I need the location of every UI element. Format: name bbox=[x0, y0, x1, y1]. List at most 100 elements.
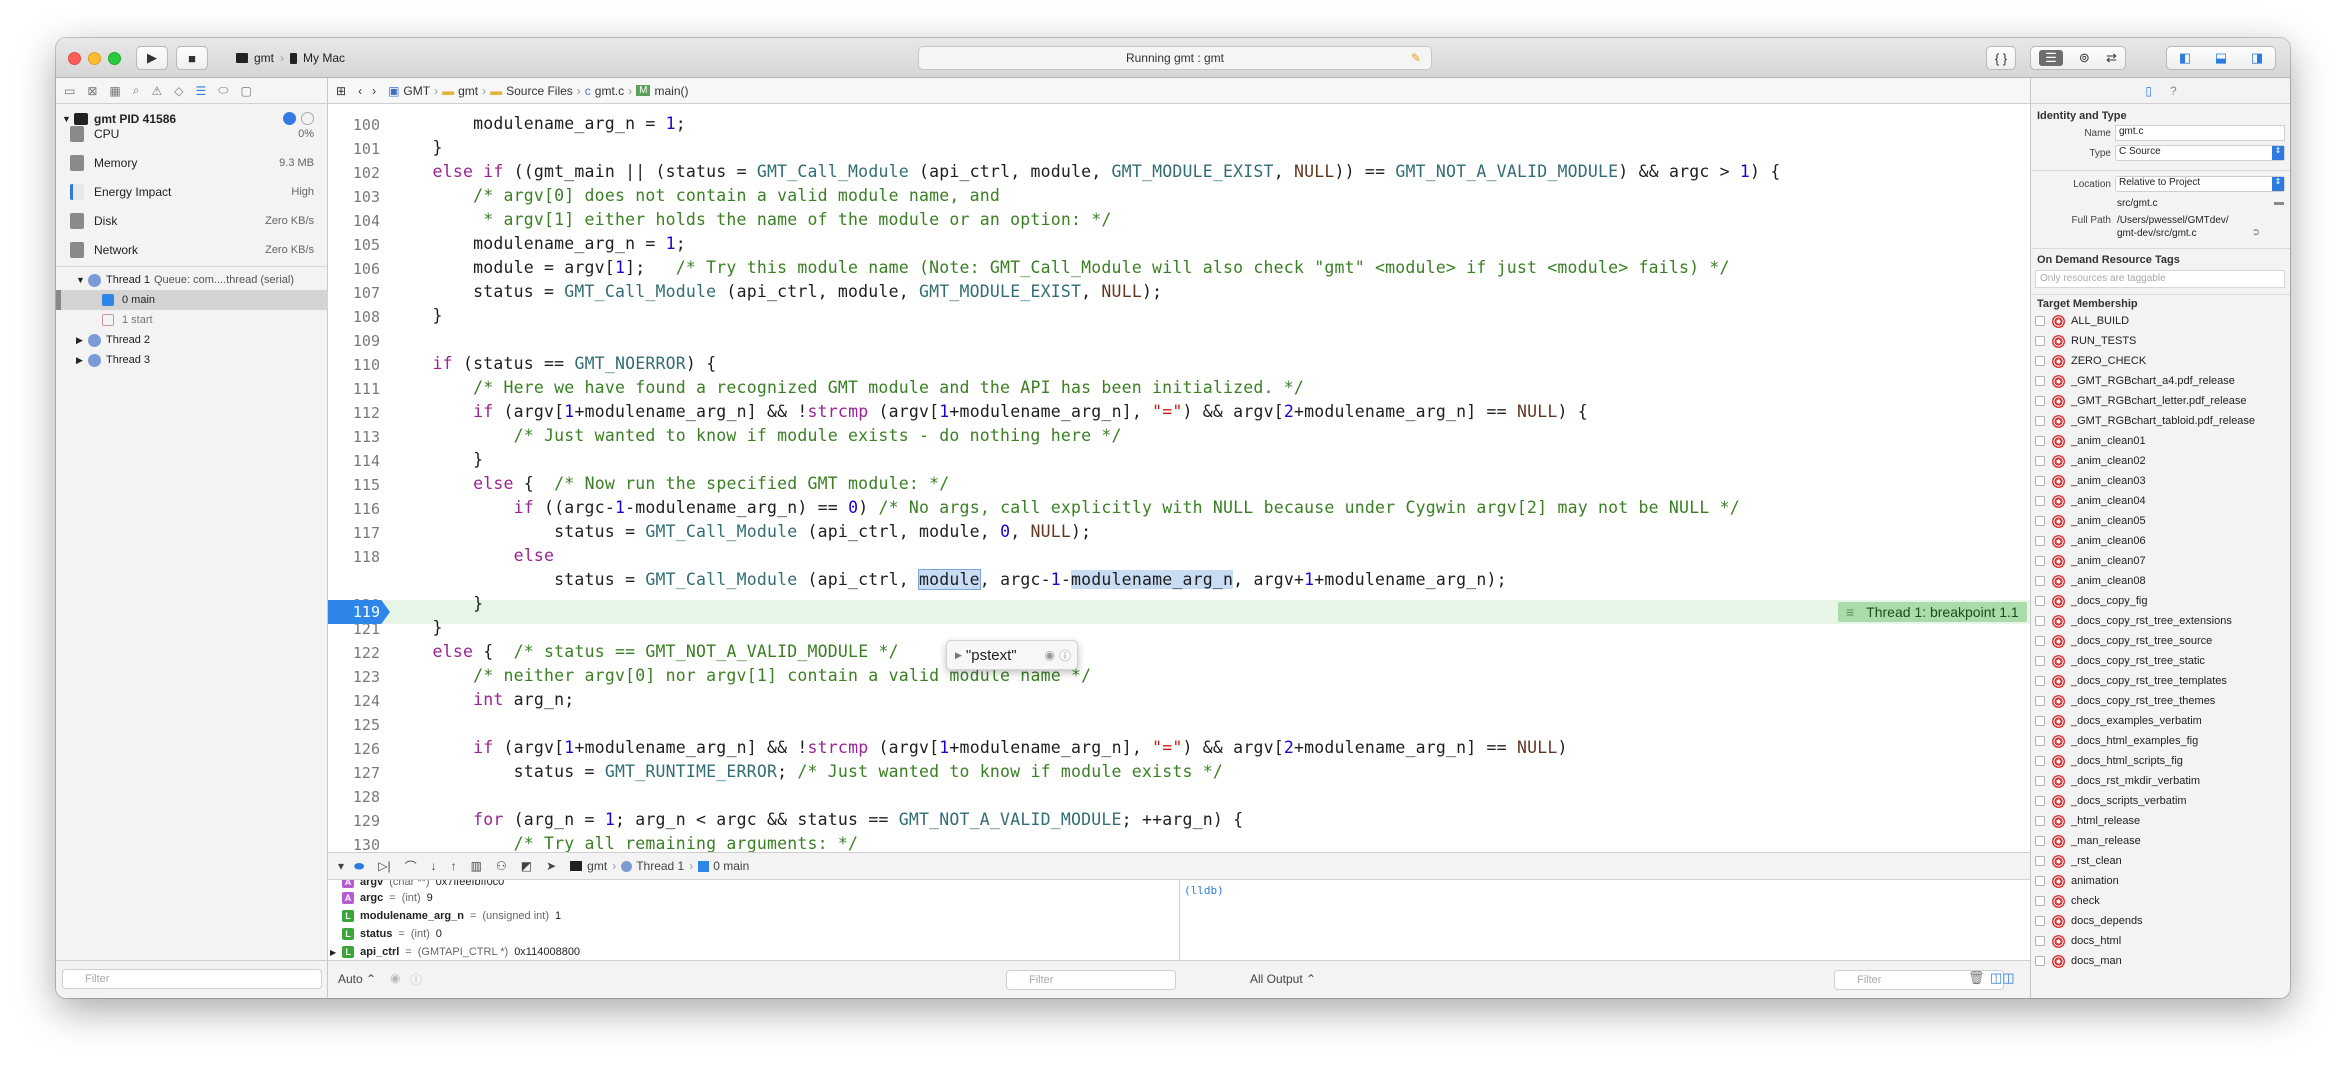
target-checkbox[interactable] bbox=[2035, 816, 2045, 826]
info-icon[interactable]: ⓘ bbox=[1059, 647, 1071, 664]
line-number[interactable]: 107 bbox=[328, 284, 380, 302]
target-row[interactable]: docs_depends bbox=[2035, 911, 2143, 931]
target-row[interactable]: _anim_clean03 bbox=[2035, 471, 2146, 491]
forward-icon[interactable]: › bbox=[372, 84, 376, 98]
debug-area-toggle-icon[interactable]: ⬓ bbox=[2215, 50, 2227, 66]
line-number[interactable]: 114 bbox=[328, 452, 380, 470]
info-icon[interactable]: ⓘ bbox=[410, 971, 422, 988]
line-number[interactable]: 113 bbox=[328, 428, 380, 446]
gauge-energy[interactable]: Energy Impact High bbox=[56, 178, 328, 206]
target-row[interactable]: animation bbox=[2035, 871, 2119, 891]
variable-row[interactable]: Aargc = (int) 9 bbox=[342, 892, 433, 904]
target-row[interactable]: _docs_examples_verbatim bbox=[2035, 711, 2202, 731]
variable-row[interactable]: Aargv (char **) 0x7ffeefbff0c0 bbox=[342, 880, 504, 888]
navigator-toggle-icon[interactable]: ◧ bbox=[2179, 50, 2191, 66]
line-number[interactable]: 104 bbox=[328, 212, 380, 230]
target-row[interactable]: _anim_clean06 bbox=[2035, 531, 2146, 551]
target-checkbox[interactable] bbox=[2035, 696, 2045, 706]
frame-row-start[interactable]: 1 start bbox=[56, 310, 328, 330]
target-row[interactable]: _rst_clean bbox=[2035, 851, 2122, 871]
gauge-disk[interactable]: Disk Zero KB/s bbox=[56, 207, 328, 235]
disclosure-closed-icon[interactable]: ▶ bbox=[955, 650, 962, 661]
target-checkbox[interactable] bbox=[2035, 956, 2045, 966]
gauge-cpu[interactable]: CPU 0% bbox=[56, 120, 328, 148]
target-row[interactable]: docs_man bbox=[2035, 951, 2122, 971]
console-output-popup[interactable]: All Output ⌃ bbox=[1250, 972, 1316, 986]
target-row[interactable]: _docs_html_examples_fig bbox=[2035, 731, 2198, 751]
breakpoint-navigator-icon[interactable]: ⬭ bbox=[218, 83, 228, 98]
view-toggle-segment[interactable]: ◧ ⬓ ◨ bbox=[2166, 46, 2276, 70]
target-row[interactable]: _anim_clean07 bbox=[2035, 551, 2146, 571]
target-row[interactable]: _man_release bbox=[2035, 831, 2141, 851]
split-view-icon[interactable]: ◫◫ bbox=[1990, 970, 2015, 986]
breakpoints-toggle-icon[interactable]: ⬬ bbox=[354, 859, 364, 874]
issue-icon[interactable]: ⚠ bbox=[151, 84, 162, 98]
line-number[interactable]: 100 bbox=[328, 116, 380, 134]
target-row[interactable]: _docs_copy_rst_tree_source bbox=[2035, 631, 2212, 651]
folder-icon[interactable]: ▬ bbox=[2274, 197, 2284, 208]
debug-crumb-frame[interactable]: 0 main bbox=[713, 859, 749, 873]
crumb-folder[interactable]: Source Files bbox=[506, 84, 573, 98]
file-inspector-icon[interactable]: ▯ bbox=[2145, 84, 2152, 98]
gauge-network[interactable]: Network Zero KB/s bbox=[56, 236, 328, 264]
back-icon[interactable]: ‹ bbox=[358, 84, 362, 98]
target-row[interactable]: _docs_scripts_verbatim bbox=[2035, 791, 2187, 811]
reveal-arrow-icon[interactable]: ➲ bbox=[2252, 227, 2260, 238]
assistant-editor-icon[interactable]: ⊚ bbox=[2079, 50, 2090, 66]
folder-icon[interactable]: ▭ bbox=[64, 84, 75, 98]
line-number[interactable]: 109 bbox=[328, 332, 380, 350]
target-row[interactable]: ALL_BUILD bbox=[2035, 311, 2129, 331]
help-icon[interactable]: ? bbox=[2170, 84, 2177, 98]
breakpoint-marker[interactable]: 119 bbox=[328, 600, 390, 624]
line-number[interactable]: 116 bbox=[328, 500, 380, 518]
target-checkbox[interactable] bbox=[2035, 756, 2045, 766]
target-row[interactable]: _docs_copy_rst_tree_themes bbox=[2035, 691, 2215, 711]
target-row[interactable]: _docs_html_scripts_fig bbox=[2035, 751, 2183, 771]
variable-popover[interactable]: ▶ "pstext" ◉ ⓘ bbox=[946, 640, 1078, 670]
quick-look-icon[interactable]: ◉ bbox=[1045, 648, 1055, 662]
line-number[interactable]: 129 bbox=[328, 812, 380, 830]
minimize-window-button[interactable] bbox=[88, 52, 101, 65]
target-row[interactable]: _anim_clean05 bbox=[2035, 511, 2146, 531]
line-number[interactable]: 125 bbox=[328, 716, 380, 734]
target-checkbox[interactable] bbox=[2035, 596, 2045, 606]
target-row[interactable]: _GMT_RGBchart_tabloid.pdf_release bbox=[2035, 411, 2255, 431]
target-checkbox[interactable] bbox=[2035, 436, 2045, 446]
stop-button[interactable]: ■ bbox=[176, 46, 208, 70]
test-icon[interactable]: ◇ bbox=[174, 84, 183, 98]
target-checkbox[interactable] bbox=[2035, 916, 2045, 926]
target-row[interactable]: RUN_TESTS bbox=[2035, 331, 2136, 351]
target-checkbox[interactable] bbox=[2035, 336, 2045, 346]
line-number[interactable]: 126 bbox=[328, 740, 380, 758]
name-field[interactable]: gmt.c bbox=[2115, 125, 2285, 141]
target-checkbox[interactable] bbox=[2035, 716, 2045, 726]
thread-2-row[interactable]: ▶ Thread 2 bbox=[56, 330, 328, 350]
navigator-filter-input[interactable]: Filter bbox=[62, 969, 322, 989]
target-row[interactable]: check bbox=[2035, 891, 2100, 911]
target-checkbox[interactable] bbox=[2035, 556, 2045, 566]
related-items-icon[interactable]: ⊞ bbox=[336, 84, 346, 98]
target-checkbox[interactable] bbox=[2035, 456, 2045, 466]
target-checkbox[interactable] bbox=[2035, 576, 2045, 586]
editor-mode-segment[interactable]: ☰ ⊚ ⇄ bbox=[2030, 46, 2126, 70]
variable-row[interactable]: ▶ Lapi_ctrl = (GMTAPI_CTRL *) 0x114008800 bbox=[330, 946, 580, 958]
target-row[interactable]: _GMT_RGBchart_letter.pdf_release bbox=[2035, 391, 2246, 411]
source-editor[interactable]: 100 modulename_arg_n = 1; 101 } 102 else i… bbox=[328, 104, 2030, 852]
code-review-button[interactable]: { } bbox=[1986, 46, 2016, 70]
line-number[interactable]: 102 bbox=[328, 164, 380, 182]
target-row[interactable]: ZERO_CHECK bbox=[2035, 351, 2146, 371]
target-checkbox[interactable] bbox=[2035, 736, 2045, 746]
target-checkbox[interactable] bbox=[2035, 496, 2045, 506]
target-row[interactable]: _docs_copy_rst_tree_static bbox=[2035, 651, 2205, 671]
crumb-file[interactable]: gmt.c bbox=[595, 84, 624, 98]
target-row[interactable]: _anim_clean01 bbox=[2035, 431, 2146, 451]
target-checkbox[interactable] bbox=[2035, 656, 2045, 666]
thread-3-row[interactable]: ▶ Thread 3 bbox=[56, 350, 328, 370]
line-number[interactable]: 118 bbox=[328, 548, 380, 566]
target-checkbox[interactable] bbox=[2035, 636, 2045, 646]
line-number[interactable]: 101 bbox=[328, 140, 380, 158]
zoom-window-button[interactable] bbox=[108, 52, 121, 65]
target-row[interactable]: docs_html bbox=[2035, 931, 2121, 951]
crumb-group[interactable]: gmt bbox=[458, 84, 478, 98]
target-checkbox[interactable] bbox=[2035, 776, 2045, 786]
